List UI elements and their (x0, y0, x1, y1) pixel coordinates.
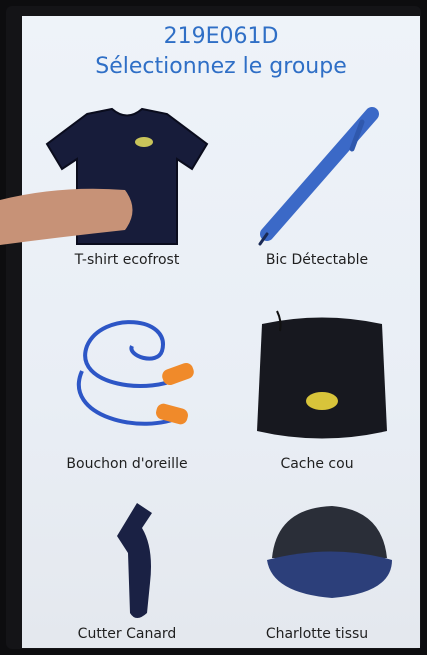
group-tile-earplugs[interactable]: Bouchon d'oreille (32, 306, 222, 496)
pen-icon (258, 107, 379, 246)
cap-icon (267, 506, 392, 598)
finger-overlay (0, 188, 133, 245)
group-tile-cap[interactable]: Charlotte tissu (222, 488, 412, 648)
cutter-icon (117, 503, 152, 618)
tile-label: Cutter Canard (77, 626, 177, 642)
group-tile-cutter[interactable]: Cutter Canard (32, 488, 222, 648)
page-title: Sélectionnez le groupe (95, 54, 347, 79)
tile-label: Bouchon d'oreille (66, 456, 188, 472)
group-tile-pen[interactable]: Bic Détectable (222, 104, 412, 294)
neck-warmer-icon (257, 310, 387, 439)
screen: 219E061D Sélectionnez le groupe T-shirt … (22, 16, 420, 648)
tile-label: Charlotte tissu (265, 626, 369, 642)
earplugs-icon (77, 320, 194, 426)
tile-label: Bic Détectable (265, 252, 369, 268)
tile-label: Cache cou (280, 456, 354, 472)
group-tile-neck-warmer[interactable]: Cache cou (222, 306, 412, 496)
device-code: 219E061D (163, 24, 279, 49)
